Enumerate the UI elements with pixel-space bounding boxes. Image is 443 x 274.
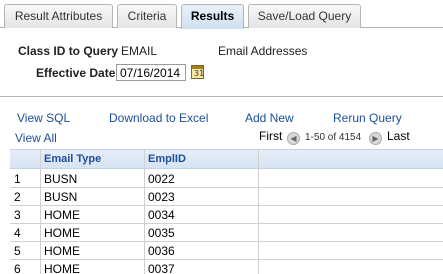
view-all-link[interactable]: View All	[15, 131, 57, 145]
grid-header: Email Type EmplID	[10, 149, 443, 169]
row-number: 2	[14, 190, 21, 204]
emplid-cell: 0035	[148, 226, 175, 240]
table-row: 6 HOME 0037	[10, 260, 443, 274]
emplid-cell: 0037	[148, 262, 175, 274]
table-row: 1 BUSN 0022	[10, 170, 443, 188]
emplid-cell: 0034	[148, 208, 175, 222]
add-new-link[interactable]: Add New	[245, 111, 294, 125]
page-range: 1-50 of 4154	[305, 132, 362, 143]
column-divider	[40, 149, 41, 274]
section-divider	[0, 96, 443, 97]
email-type-cell: HOME	[44, 226, 80, 240]
tab-save-load-query[interactable]: Save/Load Query	[248, 4, 361, 28]
chevron-right-icon: ▶	[372, 134, 379, 143]
table-row: 5 HOME 0036	[10, 242, 443, 260]
tab-result-attributes[interactable]: Result Attributes	[4, 4, 113, 28]
effective-date-label: Effective Date	[36, 66, 116, 80]
calendar-icon[interactable]: 31	[191, 65, 204, 79]
email-type-cell: BUSN	[44, 190, 78, 204]
emplid-cell: 0036	[148, 244, 175, 258]
class-id-label: Class ID to Query	[18, 44, 119, 58]
next-page-button[interactable]: ▶	[369, 132, 382, 145]
emplid-cell: 0022	[148, 172, 175, 186]
effective-date-input[interactable]	[116, 64, 186, 81]
grid-header-email-type[interactable]: Email Type	[44, 153, 101, 165]
tab-bar: Result Attributes Criteria Results Save/…	[0, 0, 443, 29]
class-id-value: EMAIL	[121, 44, 158, 58]
column-divider	[144, 149, 145, 274]
class-description: Email Addresses	[218, 44, 308, 58]
download-excel-link[interactable]: Download to Excel	[109, 111, 208, 125]
row-number: 1	[14, 172, 21, 186]
table-row: 3 HOME 0034	[10, 206, 443, 224]
rerun-query-link[interactable]: Rerun Query	[333, 111, 402, 125]
column-divider	[258, 149, 259, 274]
tab-criteria[interactable]: Criteria	[117, 4, 177, 28]
first-link[interactable]: First	[259, 129, 282, 143]
row-number: 4	[14, 226, 21, 240]
row-number: 6	[14, 262, 21, 274]
grid-header-emplid[interactable]: EmplID	[148, 153, 186, 165]
last-link[interactable]: Last	[387, 129, 410, 143]
email-type-cell: BUSN	[44, 172, 78, 186]
chevron-left-icon: ◀	[290, 134, 297, 143]
row-number: 3	[14, 208, 21, 222]
email-type-cell: HOME	[44, 208, 80, 222]
table-row: 2 BUSN 0023	[10, 188, 443, 206]
email-type-cell: HOME	[44, 244, 80, 258]
view-sql-link[interactable]: View SQL	[17, 111, 70, 125]
emplid-cell: 0023	[148, 190, 175, 204]
table-row: 4 HOME 0035	[10, 224, 443, 242]
tab-results[interactable]: Results	[181, 4, 244, 29]
row-number: 5	[14, 244, 21, 258]
previous-page-button[interactable]: ◀	[287, 132, 300, 145]
calendar-icon-day: 31	[194, 69, 205, 78]
email-type-cell: HOME	[44, 262, 80, 274]
